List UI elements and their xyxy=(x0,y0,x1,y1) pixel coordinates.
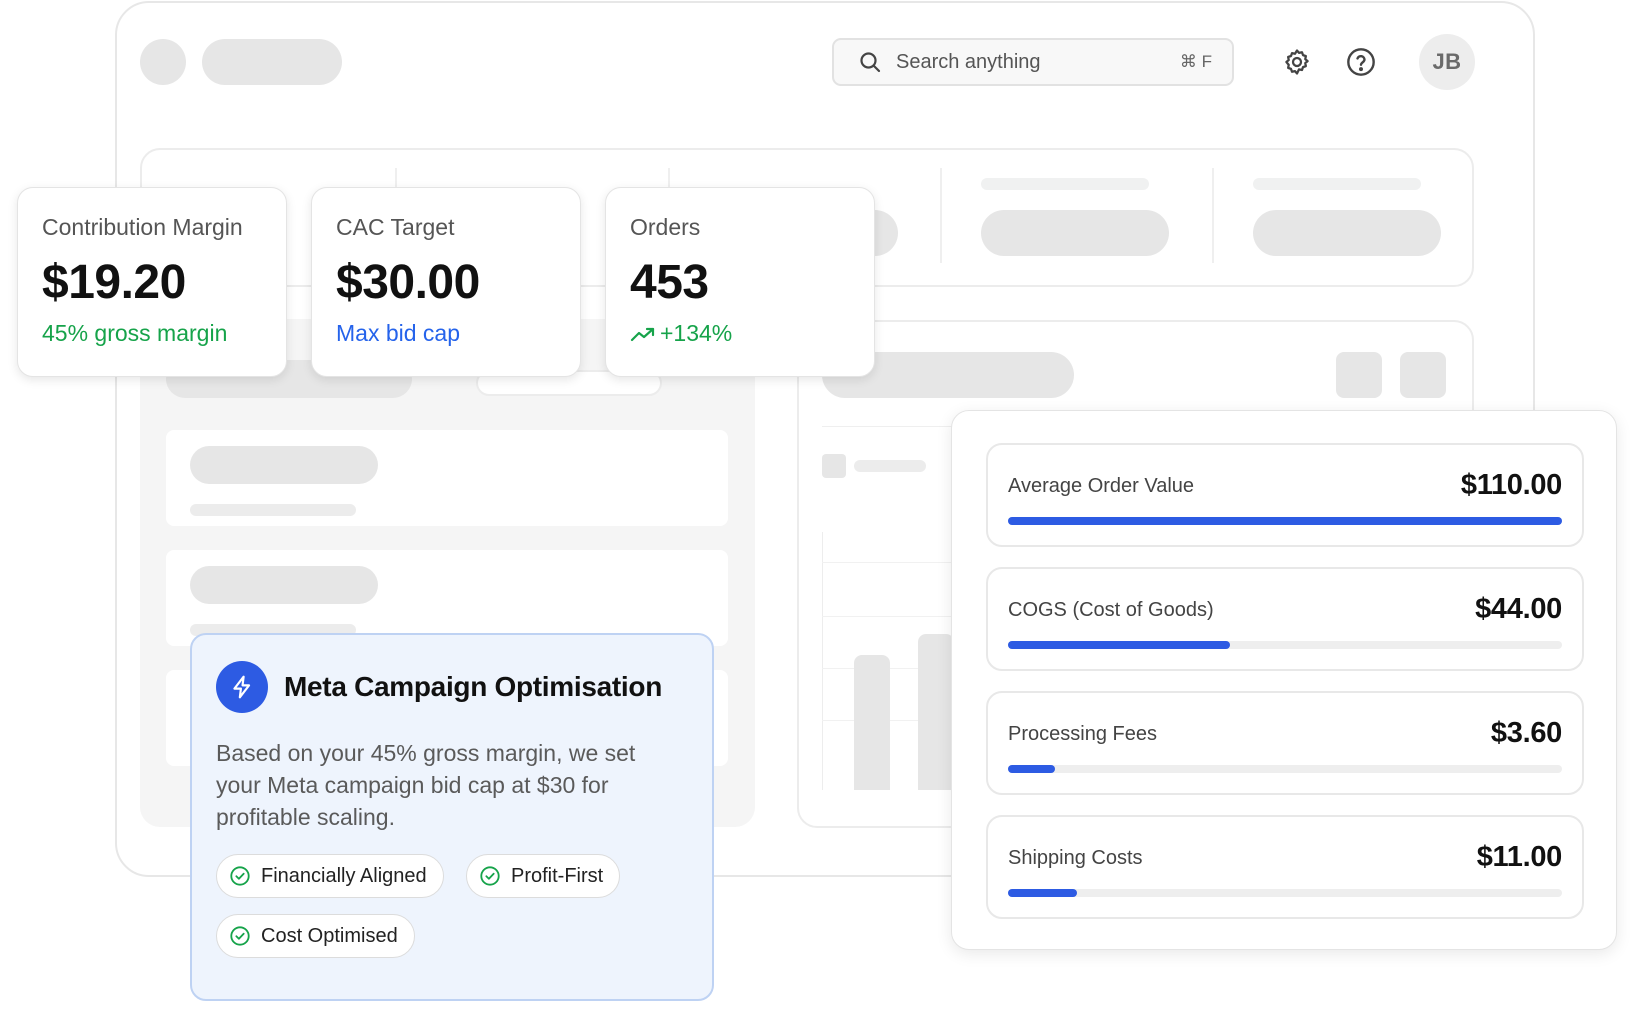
breakdown-label: Shipping Costs xyxy=(1008,847,1143,869)
progress-fill xyxy=(1008,889,1078,897)
chart-control-placeholder xyxy=(1400,352,1446,398)
tag-label: Profit-First xyxy=(511,864,604,887)
search-input[interactable]: Search anything xyxy=(896,51,1180,74)
list-card-subtitle-placeholder xyxy=(190,504,356,516)
chart-gridline xyxy=(822,616,962,617)
breakdown-label: Average Order Value xyxy=(1008,475,1195,497)
kpi-card-cac-target: CAC Target $30.00 Max bid cap xyxy=(311,187,581,377)
kpi-subtext: Max bid cap xyxy=(336,320,556,347)
kpi-card-contribution-margin: Contribution Margin $19.20 45% gross mar… xyxy=(17,187,287,377)
kpi-subtext: +134% xyxy=(630,320,850,347)
chart-legend-placeholder xyxy=(854,460,926,472)
kpi-label: Orders xyxy=(630,214,701,240)
chart-bar-placeholder xyxy=(854,655,890,790)
progress-fill xyxy=(1008,641,1230,649)
breakdown-row-shipping: Shipping Costs $11.00 xyxy=(986,815,1584,919)
search-shortcut: ⌘ F xyxy=(1179,52,1212,71)
meta-card-title: Meta Campaign Optimisation xyxy=(284,671,663,702)
breakdown-row-aov: Average Order Value $110.00 xyxy=(986,443,1584,547)
kpi-label: CAC Target xyxy=(336,214,455,240)
chart-gridline xyxy=(822,426,962,427)
breakdown-value: $110.00 xyxy=(1460,469,1562,501)
tag-label: Cost Optimised xyxy=(261,924,398,947)
kpi-value: $30.00 xyxy=(336,256,480,309)
kpi-value: 453 xyxy=(630,256,709,309)
check-circle-icon xyxy=(229,865,251,887)
tag-profit-first: Profit-First xyxy=(466,854,621,898)
stat-label-placeholder xyxy=(1253,178,1421,190)
check-circle-icon xyxy=(229,925,251,947)
chart-axis xyxy=(822,532,823,790)
breakdown-label: COGS (Cost of Goods) xyxy=(1008,599,1214,621)
progress-track xyxy=(1008,889,1562,897)
logo-placeholder xyxy=(140,39,186,85)
trending-up-icon xyxy=(630,324,656,344)
chart-gridline xyxy=(822,562,962,563)
progress-track xyxy=(1008,641,1562,649)
cost-breakdown-card: Average Order Value $110.00 COGS (Cost o… xyxy=(951,410,1617,950)
check-circle-icon xyxy=(479,865,501,887)
stat-value-placeholder xyxy=(981,210,1169,256)
kpi-subtext: 45% gross margin xyxy=(42,320,262,347)
progress-fill xyxy=(1008,765,1056,773)
stat-label-placeholder xyxy=(981,178,1149,190)
progress-track xyxy=(1008,765,1562,773)
lightning-bolt-icon xyxy=(216,661,268,713)
kpi-card-orders: Orders 453 +134% xyxy=(605,187,875,377)
chart-bar-placeholder xyxy=(918,634,954,790)
breakdown-row-processing-fees: Processing Fees $3.60 xyxy=(986,691,1584,795)
chart-legend-swatch xyxy=(822,454,846,478)
tag-cost-optimised: Cost Optimised xyxy=(216,914,415,958)
gear-icon[interactable] xyxy=(1279,44,1315,80)
breakdown-value: $3.60 xyxy=(1490,717,1562,749)
divider xyxy=(940,168,942,263)
tag-label: Financially Aligned xyxy=(261,864,427,887)
search-bar[interactable]: Search anything ⌘ F xyxy=(832,38,1234,86)
avatar[interactable]: JB xyxy=(1419,34,1475,90)
list-card-title-placeholder xyxy=(190,566,378,604)
progress-track xyxy=(1008,517,1562,525)
app-name-placeholder xyxy=(202,39,342,85)
kpi-subtext-label: +134% xyxy=(660,320,733,346)
list-card-title-placeholder xyxy=(190,446,378,484)
breakdown-value: $11.00 xyxy=(1476,841,1563,873)
breakdown-row-cogs: COGS (Cost of Goods) $44.00 xyxy=(986,567,1584,671)
help-icon[interactable] xyxy=(1343,44,1379,80)
kpi-subtext-label: Max bid cap xyxy=(336,320,461,346)
kpi-label: Contribution Margin xyxy=(42,214,243,240)
breakdown-value: $44.00 xyxy=(1475,593,1562,625)
meta-card-header: Meta Campaign Optimisation xyxy=(216,661,688,713)
breakdown-label: Processing Fees xyxy=(1008,723,1157,745)
divider xyxy=(1212,168,1214,263)
meta-card-description: Based on your 45% gross margin, we set y… xyxy=(216,740,636,830)
meta-campaign-card: Meta Campaign Optimisation Based on your… xyxy=(190,633,714,1001)
progress-fill xyxy=(1008,517,1562,525)
kpi-subtext-label: 45% gross margin xyxy=(42,320,228,346)
chart-control-placeholder xyxy=(1336,352,1382,398)
stat-value-placeholder xyxy=(1253,210,1441,256)
kpi-value: $19.20 xyxy=(42,256,186,309)
search-icon xyxy=(858,50,882,74)
tag-financially-aligned: Financially Aligned xyxy=(216,854,444,898)
